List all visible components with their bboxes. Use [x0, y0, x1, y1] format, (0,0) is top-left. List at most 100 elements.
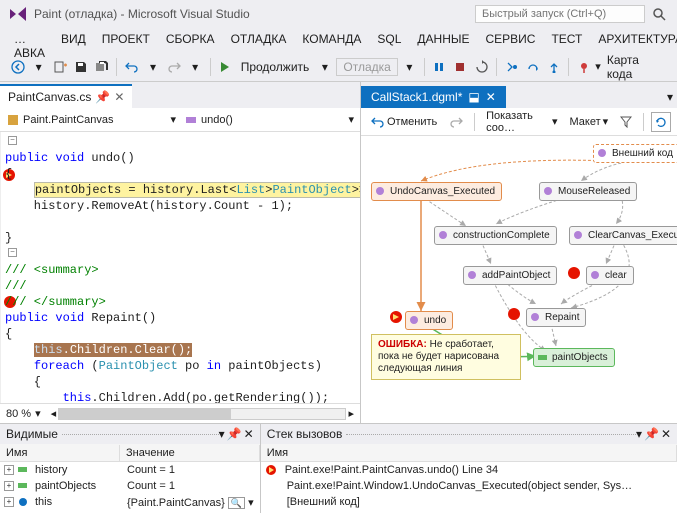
- editor-tab-label: PaintCanvas.cs: [8, 90, 91, 104]
- column-name[interactable]: Имя: [0, 445, 120, 461]
- dropdown-icon[interactable]: ▾: [219, 427, 225, 441]
- method-icon: [409, 315, 420, 326]
- config-dropdown[interactable]: Отладка: [336, 58, 397, 76]
- method-icon: [375, 186, 386, 197]
- redo-icon[interactable]: [165, 57, 184, 77]
- column-name[interactable]: Имя: [261, 445, 677, 461]
- node-external-code[interactable]: Внешний код: [593, 144, 677, 163]
- codemap-pin-icon[interactable]: [574, 57, 593, 77]
- current-frame-icon: [389, 310, 403, 324]
- menu-item[interactable]: ПРОЕКТ: [96, 30, 156, 50]
- back-button[interactable]: [8, 57, 27, 77]
- expand-icon[interactable]: +: [4, 481, 14, 491]
- expand-icon[interactable]: +: [4, 465, 14, 475]
- pin-icon[interactable]: 📌: [95, 90, 110, 104]
- dropdown-icon[interactable]: ▾: [29, 57, 48, 77]
- locals-row[interactable]: +historyCount = 1: [0, 462, 260, 478]
- horizontal-scrollbar[interactable]: [58, 408, 346, 420]
- save-icon[interactable]: [71, 57, 90, 77]
- dropdown-icon[interactable]: ▾: [595, 60, 601, 73]
- code-editor[interactable]: public void undo() { paintObjects = hist…: [1, 132, 360, 403]
- node-clear[interactable]: clear: [586, 266, 634, 285]
- dropdown-icon[interactable]: ▾: [663, 86, 677, 108]
- callstack-row[interactable]: [Внешний код]: [261, 494, 677, 510]
- method-icon: [467, 270, 478, 281]
- quick-launch-input[interactable]: [475, 5, 645, 23]
- refresh-icon[interactable]: [651, 112, 671, 132]
- redo-icon[interactable]: [445, 113, 467, 131]
- dropdown-icon[interactable]: ▾: [315, 57, 334, 77]
- search-icon[interactable]: [649, 4, 669, 24]
- menu-item[interactable]: СБОРКА: [160, 30, 221, 50]
- menu-item[interactable]: АРХИТЕКТУРА: [592, 30, 677, 50]
- menu-item[interactable]: ТЕСТ: [545, 30, 588, 50]
- column-value[interactable]: Значение: [120, 445, 260, 461]
- graph-canvas[interactable]: Внешний код UndoCanvas_Executed MouseRel…: [361, 136, 677, 423]
- node-repaint[interactable]: Repaint: [526, 308, 586, 327]
- node-clearcanvas-executed[interactable]: ClearCanvas_Executed: [569, 226, 677, 245]
- node-addpaintobject[interactable]: addPaintObject: [463, 266, 557, 285]
- node-constructioncomplete[interactable]: constructionComplete: [434, 226, 557, 245]
- dropdown-icon[interactable]: ▾: [636, 427, 642, 441]
- close-icon[interactable]: ✕: [661, 427, 671, 441]
- menu-item[interactable]: ОТЛАДКА: [225, 30, 293, 50]
- scroll-right-icon[interactable]: ▸: [348, 407, 354, 420]
- menu-item[interactable]: SQL: [371, 30, 407, 50]
- pin-icon[interactable]: ⬓: [468, 90, 479, 104]
- callstack-row[interactable]: Paint.exe!Paint.Window1.UndoCanvas_Execu…: [261, 478, 677, 494]
- expand-icon[interactable]: +: [4, 497, 14, 507]
- method-icon: [573, 230, 584, 241]
- node-undo[interactable]: undo: [405, 311, 453, 330]
- menu-item[interactable]: ДАННЫЕ: [411, 30, 475, 50]
- node-mousereleased[interactable]: MouseReleased: [539, 182, 637, 201]
- method-icon: [543, 186, 554, 197]
- codemap-button[interactable]: Карта кода: [603, 53, 669, 81]
- method-icon: [438, 230, 449, 241]
- pin-icon[interactable]: 📌: [644, 427, 659, 441]
- menu-item[interactable]: СЕРВИС: [479, 30, 541, 50]
- menu-item[interactable]: КОМАНДА: [296, 30, 367, 50]
- continue-button[interactable]: Продолжить: [237, 60, 314, 74]
- method-navigator[interactable]: undo() ▾: [180, 112, 358, 128]
- breakpoint-dot-icon[interactable]: [568, 267, 580, 279]
- dropdown-icon[interactable]: ▾: [186, 57, 205, 77]
- close-icon[interactable]: ✕: [114, 90, 124, 104]
- dropdown-icon[interactable]: ▾: [400, 57, 419, 77]
- close-icon[interactable]: ✕: [486, 90, 496, 104]
- graph-tab[interactable]: CallStack1.dgml* ⬓ ✕: [361, 86, 506, 108]
- menu-item[interactable]: ВИД: [55, 30, 92, 50]
- pause-icon[interactable]: [430, 57, 449, 77]
- locals-row[interactable]: +this{Paint.PaintCanvas} 🔍 ▾: [0, 494, 260, 510]
- dropdown-icon[interactable]: ▾: [143, 57, 162, 77]
- breakpoint-dot-icon[interactable]: [508, 308, 520, 320]
- step-out-icon[interactable]: [544, 57, 563, 77]
- editor-tab[interactable]: PaintCanvas.cs 📌 ✕: [0, 84, 132, 108]
- locals-row[interactable]: +paintObjectsCount = 1: [0, 478, 260, 494]
- class-navigator[interactable]: Paint.PaintCanvas ▾: [2, 112, 180, 128]
- dropdown-icon[interactable]: ▾: [35, 407, 41, 420]
- method-icon: [597, 148, 608, 159]
- callstack-row[interactable]: Paint.exe!Paint.PaintCanvas.undo() Line …: [261, 462, 677, 478]
- new-file-icon[interactable]: [50, 57, 69, 77]
- restart-icon[interactable]: [472, 57, 491, 77]
- menu-item[interactable]: …АВКА: [8, 30, 51, 50]
- undo-button[interactable]: Отменить: [367, 113, 441, 131]
- save-all-icon[interactable]: [92, 57, 111, 77]
- continue-icon[interactable]: [216, 57, 235, 77]
- layout-button[interactable]: Макет ▾: [566, 113, 613, 130]
- zoom-level[interactable]: 80 %: [6, 408, 31, 420]
- callstack-title: Стек вызовов: [267, 427, 343, 441]
- stop-icon[interactable]: [451, 57, 470, 77]
- scroll-left-icon[interactable]: ◂: [51, 407, 57, 420]
- node-undocanvas-executed[interactable]: UndoCanvas_Executed: [371, 182, 502, 201]
- graph-tab-label: CallStack1.dgml*: [371, 90, 462, 104]
- undo-icon[interactable]: [122, 57, 141, 77]
- node-paintobjects[interactable]: paintObjects: [533, 348, 615, 367]
- pin-icon[interactable]: 📌: [227, 427, 242, 441]
- step-over-icon[interactable]: [523, 57, 542, 77]
- step-into-icon[interactable]: [502, 57, 521, 77]
- show-related-button[interactable]: Показать соо… ▾: [482, 108, 561, 136]
- filter-icon[interactable]: [616, 114, 636, 130]
- field-icon: [537, 352, 548, 363]
- close-icon[interactable]: ✕: [244, 427, 254, 441]
